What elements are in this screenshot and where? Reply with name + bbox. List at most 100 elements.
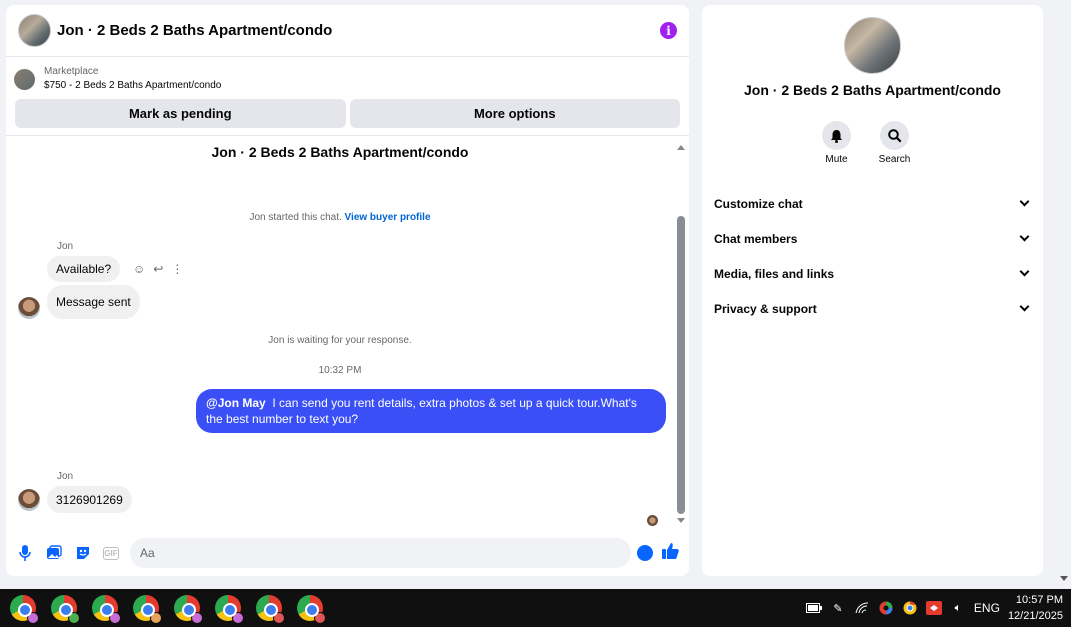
menu-item-label: Chat members [714,231,798,246]
profile-badge [150,612,162,624]
wifi-icon[interactable] [854,600,870,616]
view-buyer-profile-link[interactable]: View buyer profile [345,212,431,223]
mute-label: Mute [825,154,848,165]
search-icon [880,121,909,150]
thumbs-up-icon[interactable] [661,542,679,565]
mute-button[interactable]: Mute [820,121,853,165]
profile-badge [273,612,285,624]
listing-avatar-large[interactable] [844,17,901,74]
menu-item-label: Media, files and links [714,266,835,281]
microphone-icon[interactable] [16,544,34,562]
chrome-profile-icon[interactable] [92,595,121,624]
listing-avatar[interactable] [18,14,51,47]
chrome-profile-icon[interactable] [297,595,326,624]
chrome-profile-icon[interactable] [10,595,39,624]
chevron-down-icon [1019,266,1030,277]
sender-avatar[interactable] [18,489,40,511]
chrome-profile-icon[interactable] [174,595,203,624]
profile-badge [109,612,121,624]
marketplace-listing-row[interactable]: Marketplace $750 - 2 Beds 2 Baths Apartm… [6,57,689,95]
info-panel-menu: Customize chat Chat members Media, files… [714,186,1032,326]
customize-chat-item[interactable]: Customize chat [714,186,1032,221]
search-label: Search [878,154,911,165]
message-composer: GIF Aa [6,535,689,571]
incoming-message[interactable]: Available? [47,256,121,282]
chrome-profile-icon[interactable] [256,595,285,624]
message-input[interactable]: Aa [130,538,631,568]
chrome-profile-icon[interactable] [215,595,244,624]
chevron-down-icon [1019,196,1030,207]
profile-badge [191,612,203,624]
page-scroll-down-icon[interactable] [1060,576,1068,581]
chat-info-panel: Jon · 2 Beds 2 Baths Apartment/condo Mut… [702,5,1043,576]
info-panel-actions: Mute Search [820,121,911,165]
photo-icon[interactable] [45,544,63,562]
profile-badge [68,612,80,624]
listing-price-title: $750 - 2 Beds 2 Baths Apartment/condo [44,80,222,91]
profile-badge [232,612,244,624]
privacy-support-item[interactable]: Privacy & support [714,291,1032,326]
language-indicator[interactable]: ENG [974,601,1000,615]
react-icon[interactable]: ☺ [133,262,145,276]
media-files-links-item[interactable]: Media, files and links [714,256,1032,291]
color-app-icon[interactable] [878,600,894,616]
bell-icon [822,121,851,150]
sender-name: Jon [57,241,74,252]
sticker-icon[interactable] [74,544,92,562]
incoming-message[interactable]: 3126901269 [47,486,132,513]
chat-started-notice: Jon started this chat. View buyer profil… [6,212,674,223]
more-icon[interactable]: ⋮ [171,262,183,276]
volume-icon[interactable]: 🔈︎ [950,600,966,616]
scroll-down-arrow-icon[interactable] [677,518,685,523]
menu-item-label: Privacy & support [714,301,817,316]
clock-time: 10:57 PM [1015,594,1063,606]
mark-pending-button[interactable]: Mark as pending [15,99,346,128]
search-button[interactable]: Search [878,121,911,165]
outgoing-message-text: I can send you rent details, extra photo… [206,396,637,426]
taskbar-apps [10,595,326,624]
message-hover-actions: ☺ ↩ ⋮ [133,262,183,276]
info-panel-title: Jon · 2 Beds 2 Baths Apartment/condo [744,82,1001,98]
menu-item-label: Customize chat [714,196,803,211]
read-receipt-avatar [647,515,658,526]
clock[interactable]: 10:57 PM 12/21/2025 [1008,592,1063,624]
profile-badge [27,612,39,624]
clock-date: 12/21/2025 [1007,610,1063,622]
scroll-up-arrow-icon[interactable] [677,145,685,150]
more-options-button[interactable]: More options [349,99,680,128]
mention[interactable]: @Jon May [206,396,266,410]
listing-actions: Mark as pending More options [6,95,689,128]
chat-started-text: Jon started this chat. [249,212,342,223]
scroll-thumb[interactable] [677,216,685,514]
taskbar: ✎ 🔈︎ ENG 10:57 PM 12/21/2025 [0,589,1071,627]
chrome-profile-icon[interactable] [51,595,80,624]
system-tray: ✎ 🔈︎ ENG 10:57 PM 12/21/2025 [805,589,1063,627]
chat-title[interactable]: Jon · 2 Beds 2 Baths Apartment/condo [57,22,332,39]
profile-badge [314,612,326,624]
red-app-icon[interactable] [925,600,942,616]
message-timestamp: 10:32 PM [318,365,362,376]
waiting-notice: Jon is waiting for your response. [268,335,412,346]
chevron-down-icon [1019,301,1030,312]
incoming-message[interactable]: Message sent [47,285,140,319]
message-thread: Jon · 2 Beds 2 Baths Apartment/condo Jon… [6,135,689,531]
chrome-tray-icon[interactable] [902,600,918,616]
sender-avatar[interactable] [18,297,40,319]
chat-members-item[interactable]: Chat members [714,221,1032,256]
chat-panel: Jon · 2 Beds 2 Baths Apartment/condo i M… [6,5,689,576]
battery-icon[interactable] [805,600,822,616]
thread-title: Jon · 2 Beds 2 Baths Apartment/condo [211,144,469,160]
thread-scrollbar[interactable] [676,140,687,525]
reply-icon[interactable]: ↩ [153,262,163,276]
info-icon[interactable]: i [660,22,677,39]
pen-icon[interactable]: ✎ [830,600,846,616]
outgoing-message[interactable]: @Jon May I can send you rent details, ex… [196,389,666,433]
emoji-icon[interactable] [637,545,653,561]
sender-name: Jon [57,471,74,482]
marketplace-label: Marketplace [44,66,99,77]
chat-header: Jon · 2 Beds 2 Baths Apartment/condo i [6,5,689,57]
gif-icon[interactable]: GIF [103,546,119,560]
chevron-down-icon [1019,231,1030,242]
chrome-profile-icon[interactable] [133,595,162,624]
listing-thumbnail [14,68,35,90]
